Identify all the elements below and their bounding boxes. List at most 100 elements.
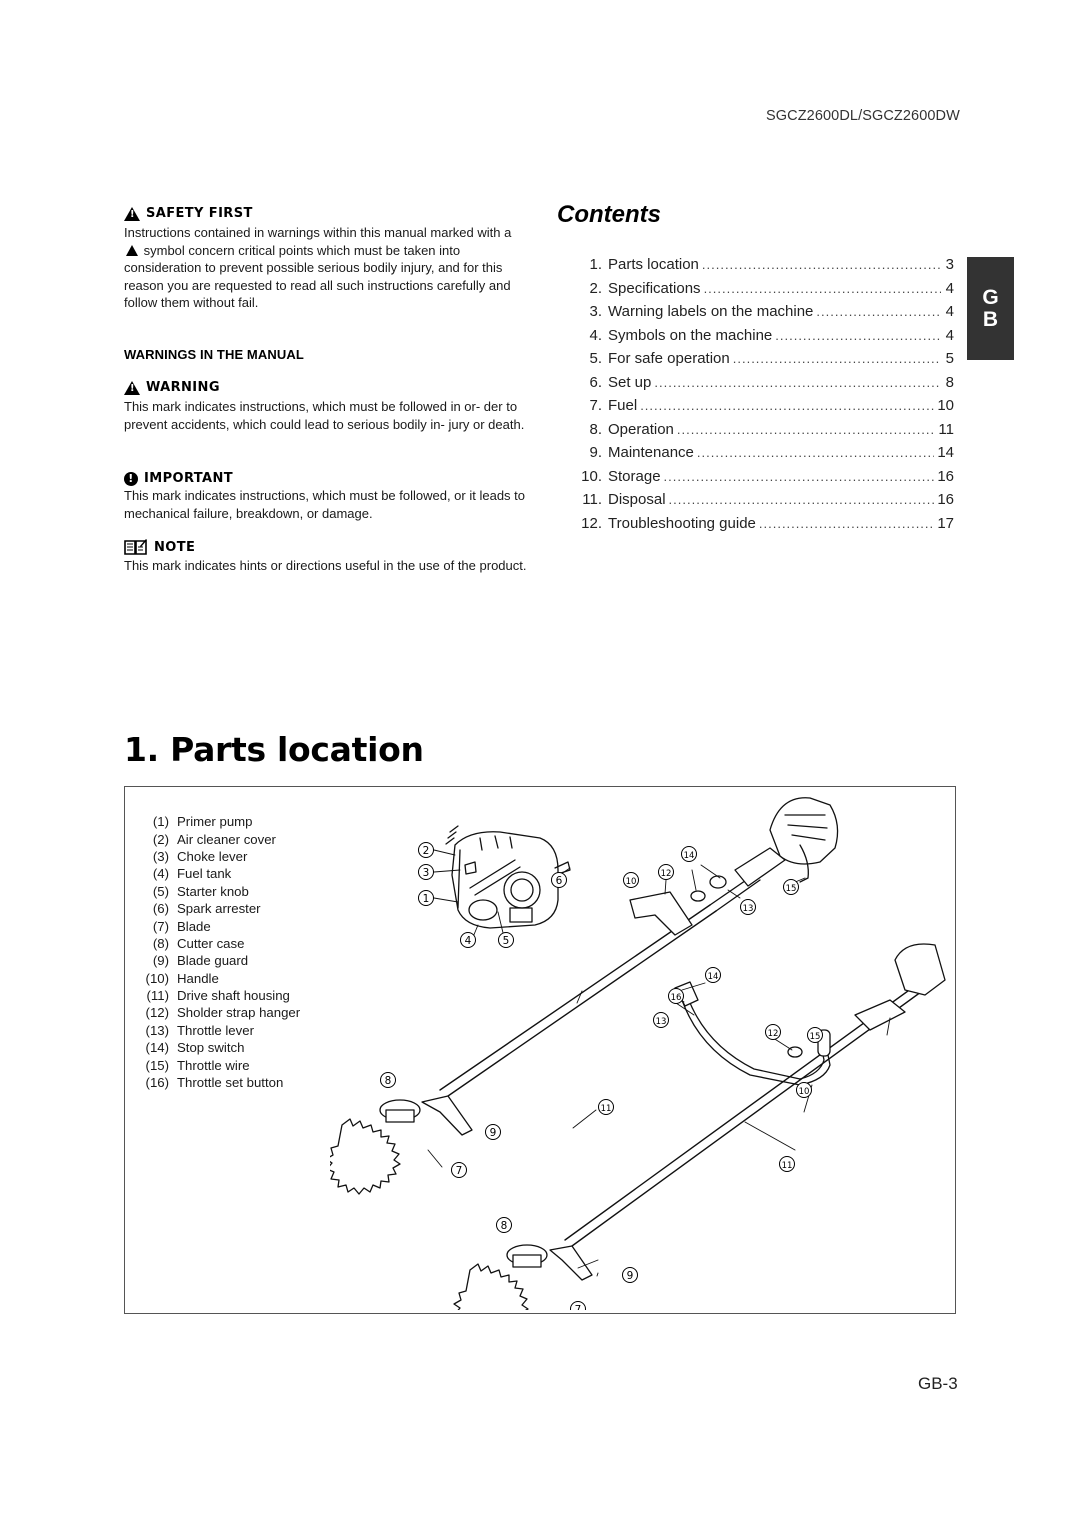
toc-item[interactable]: 9. Maintenance...........................… — [566, 444, 954, 468]
part-number: (12) — [145, 1005, 169, 1021]
important-body: This mark indicates instructions, which … — [124, 488, 526, 521]
toc-item-page: 17 — [937, 514, 954, 532]
toc-item-number: 12. — [581, 514, 602, 532]
warning-title: WARNING — [146, 380, 220, 395]
toc-item[interactable]: 4. Symbols on the machine................… — [566, 327, 954, 351]
safety-first-body: Instructions contained in warnings withi… — [124, 224, 529, 312]
part-number: (4) — [152, 866, 169, 882]
callout-number: 14 — [708, 972, 719, 982]
toc-item-number: 7. — [589, 397, 602, 414]
toc-item-number: 3. — [589, 303, 602, 320]
part-number: (9) — [152, 953, 169, 969]
toc-item[interactable]: 8. Operation.............................… — [566, 421, 954, 445]
parts-list-item: (5) Starter knob — [140, 883, 300, 900]
parts-list: (1) Primer pump (2) Air cleaner cover (3) Cho… — [140, 813, 301, 1091]
toc-item-page: 10 — [937, 397, 954, 414]
part-label: Throttle set button — [177, 1075, 284, 1091]
callout-number: 11 — [782, 1161, 793, 1171]
language-tab-line1: G — [982, 285, 999, 309]
part-number: (6) — [152, 901, 169, 917]
contents-title: Contents — [557, 201, 661, 228]
language-tab-line2: B — [982, 307, 999, 331]
toc-item-page: 16 — [937, 467, 954, 485]
toc-leader-dots: ........................................… — [696, 445, 935, 460]
warning-heading: WARNING — [124, 380, 220, 395]
safety-body-prefix: with a — [477, 225, 512, 240]
toc-leader-dots: ........................................… — [758, 515, 935, 531]
toc-item-page: 14 — [937, 444, 954, 461]
toc-item-page: 4 — [945, 326, 954, 344]
callout-number: 5 — [503, 935, 510, 947]
toc-item-label: Operation — [608, 420, 674, 438]
toc-leader-dots: ........................................… — [640, 398, 934, 413]
warnings-manual-heading: WARNINGS IN THE MANUAL — [124, 347, 304, 362]
parts-list-item: (10) Handle — [140, 970, 300, 987]
toc-leader-dots: ........................................… — [775, 327, 941, 343]
part-number: (1) — [152, 814, 169, 830]
toc-item-number: 9. — [589, 444, 602, 461]
parts-list-item: (12) Sholder strap hanger — [140, 1004, 301, 1021]
toc-item-label: Disposal — [608, 491, 666, 508]
parts-list-item: (2) Air cleaner cover — [140, 830, 300, 847]
part-label: Blade — [177, 918, 211, 934]
warning-body: This mark indicates instructions, which … — [124, 399, 525, 432]
part-label: Sholder strap hanger — [177, 1005, 301, 1021]
toc-leader-dots: ........................................… — [676, 421, 936, 437]
loop-handle-trimmer-drawing — [330, 797, 839, 1195]
part-number: (15) — [145, 1057, 169, 1073]
parts-list-item: (13) Throttle lever — [140, 1022, 300, 1039]
toc-leader-dots: ........................................… — [701, 257, 941, 272]
toc-item[interactable]: 3. Warning labels on the machine.........… — [566, 303, 954, 327]
note-body: This mark indicates hints or directions … — [124, 558, 527, 573]
toc-leader-dots: ........................................… — [654, 374, 941, 390]
note-heading: NOTE — [124, 538, 195, 556]
parts-list-item: (15) Throttle wire — [140, 1056, 300, 1073]
callout-number: 1 — [423, 893, 430, 905]
callout-number: 12 — [661, 869, 672, 879]
toc-item-page: 16 — [937, 491, 954, 508]
callout-number: 8 — [385, 1075, 392, 1087]
safety-first-title: SAFETY FIRST — [146, 206, 253, 221]
part-label: Fuel tank — [177, 866, 232, 882]
toc-item-label: Maintenance — [608, 444, 694, 461]
toc-item-number: 1. — [589, 256, 602, 273]
part-label: Primer pump — [177, 814, 253, 830]
toc-item-page: 8 — [945, 373, 954, 391]
callout-number: 15 — [786, 884, 797, 894]
part-label: Throttle wire — [177, 1057, 250, 1073]
toc-item-number: 4. — [589, 326, 602, 344]
toc-item-page: 4 — [945, 279, 954, 297]
part-number: (13) — [145, 1022, 169, 1038]
part-number: (11) — [146, 988, 169, 1004]
part-number: (5) — [152, 883, 169, 899]
callout-number: 7 — [456, 1165, 463, 1177]
important-heading: ! IMPORTANT — [124, 471, 233, 486]
part-number: (8) — [152, 935, 169, 951]
parts-illustration: 23164 514121015131189714161312 151011897 — [330, 797, 946, 1310]
callout-number: 12 — [768, 1029, 779, 1039]
toc-leader-dots: ........................................… — [816, 304, 941, 319]
toc-item[interactable]: 12. Troubleshooting guide................… — [566, 515, 954, 539]
safety-body-suffix: symbol concern critical points which mus… — [143, 242, 436, 258]
callout-number: 4 — [465, 935, 472, 947]
part-label: Air cleaner cover — [177, 831, 276, 847]
toc-item[interactable]: 1. Parts location........................… — [566, 256, 954, 280]
toc-item-number: 8. — [589, 420, 602, 438]
callout-number: 13 — [743, 904, 754, 914]
language-tab[interactable]: G B — [967, 257, 1014, 360]
model-number: SGCZ2600DL/SGCZ2600DW — [766, 108, 960, 124]
parts-list-item: (11) Drive shaft housing — [140, 987, 300, 1004]
toc-item-page: 3 — [945, 256, 954, 273]
callout-number: 6 — [556, 875, 563, 887]
toc-item[interactable]: 10. Storage..............................… — [566, 468, 954, 492]
part-number: (2) — [152, 831, 169, 847]
toc-item[interactable]: 2. Specifications........................… — [566, 280, 954, 304]
toc-item[interactable]: 7. Fuel..................................… — [566, 397, 954, 421]
toc-item[interactable]: 11. Disposal.............................… — [566, 491, 954, 515]
toc-item[interactable]: 5. For safe operation....................… — [566, 350, 954, 374]
part-label: Cutter case — [177, 935, 245, 951]
toc-item[interactable]: 6. Set up................................… — [566, 374, 954, 398]
toc-item-label: Set up — [608, 373, 652, 391]
callout-number: 13 — [656, 1017, 667, 1027]
toc-item-label: Storage — [608, 467, 661, 485]
